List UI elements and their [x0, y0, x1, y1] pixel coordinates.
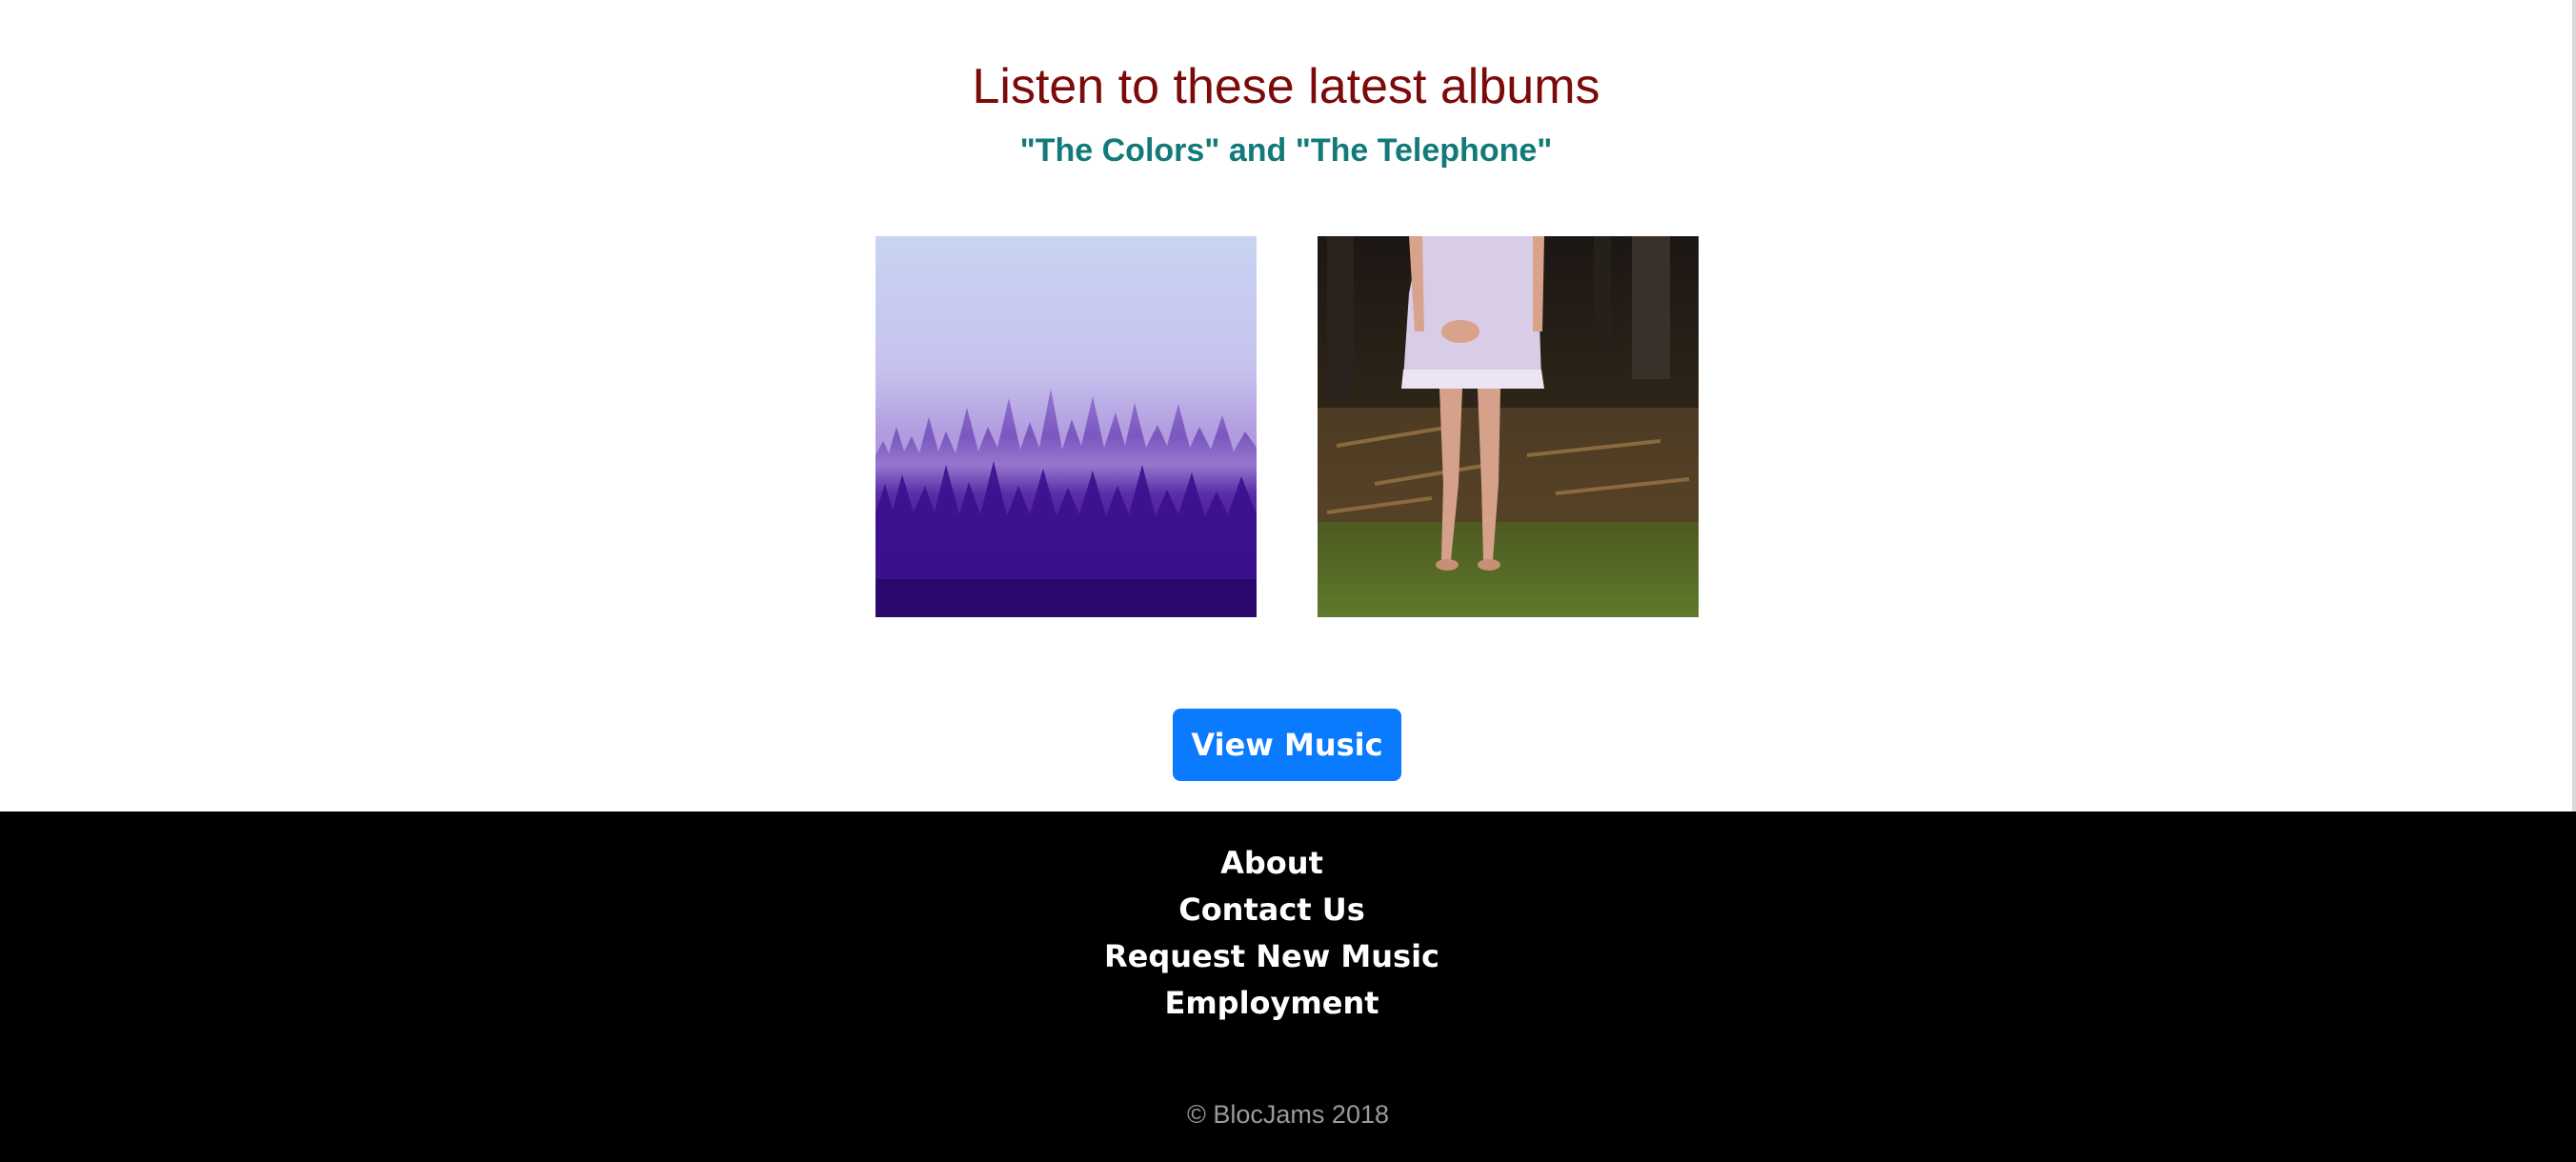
- page-subtitle: "The Colors" and "The Telephone": [1019, 132, 1553, 169]
- footer-item-contact: Contact Us: [0, 887, 2544, 933]
- footer-item-employment: Employment: [0, 980, 2544, 1027]
- album-cover-the-telephone[interactable]: [1318, 236, 1699, 617]
- footer: About Contact Us Request New Music Emplo…: [0, 811, 2576, 1162]
- hero-section: Listen to these latest albums "The Color…: [0, 0, 2572, 811]
- footer-link-about[interactable]: About: [1220, 845, 1323, 881]
- footer-link-request-new-music[interactable]: Request New Music: [1104, 938, 1439, 974]
- footer-link-employment[interactable]: Employment: [1164, 985, 1379, 1021]
- page: Listen to these latest albums "The Color…: [0, 0, 2576, 1162]
- footer-item-request: Request New Music: [0, 933, 2544, 980]
- girl-in-dress-image: [1318, 236, 1699, 617]
- footer-item-about: About: [0, 840, 2544, 887]
- scrollbar[interactable]: [2572, 0, 2576, 811]
- footer-link-contact-us[interactable]: Contact Us: [1178, 892, 1365, 928]
- page-title: Listen to these latest albums: [972, 59, 1600, 114]
- copyright-text: © BlocJams 2018: [1187, 1100, 1389, 1129]
- footer-nav: About Contact Us Request New Music Emplo…: [0, 840, 2544, 1027]
- album-cover-the-colors[interactable]: [875, 236, 1257, 617]
- view-music-button[interactable]: View Music: [1173, 709, 1401, 781]
- forest-fog-image: [875, 236, 1257, 617]
